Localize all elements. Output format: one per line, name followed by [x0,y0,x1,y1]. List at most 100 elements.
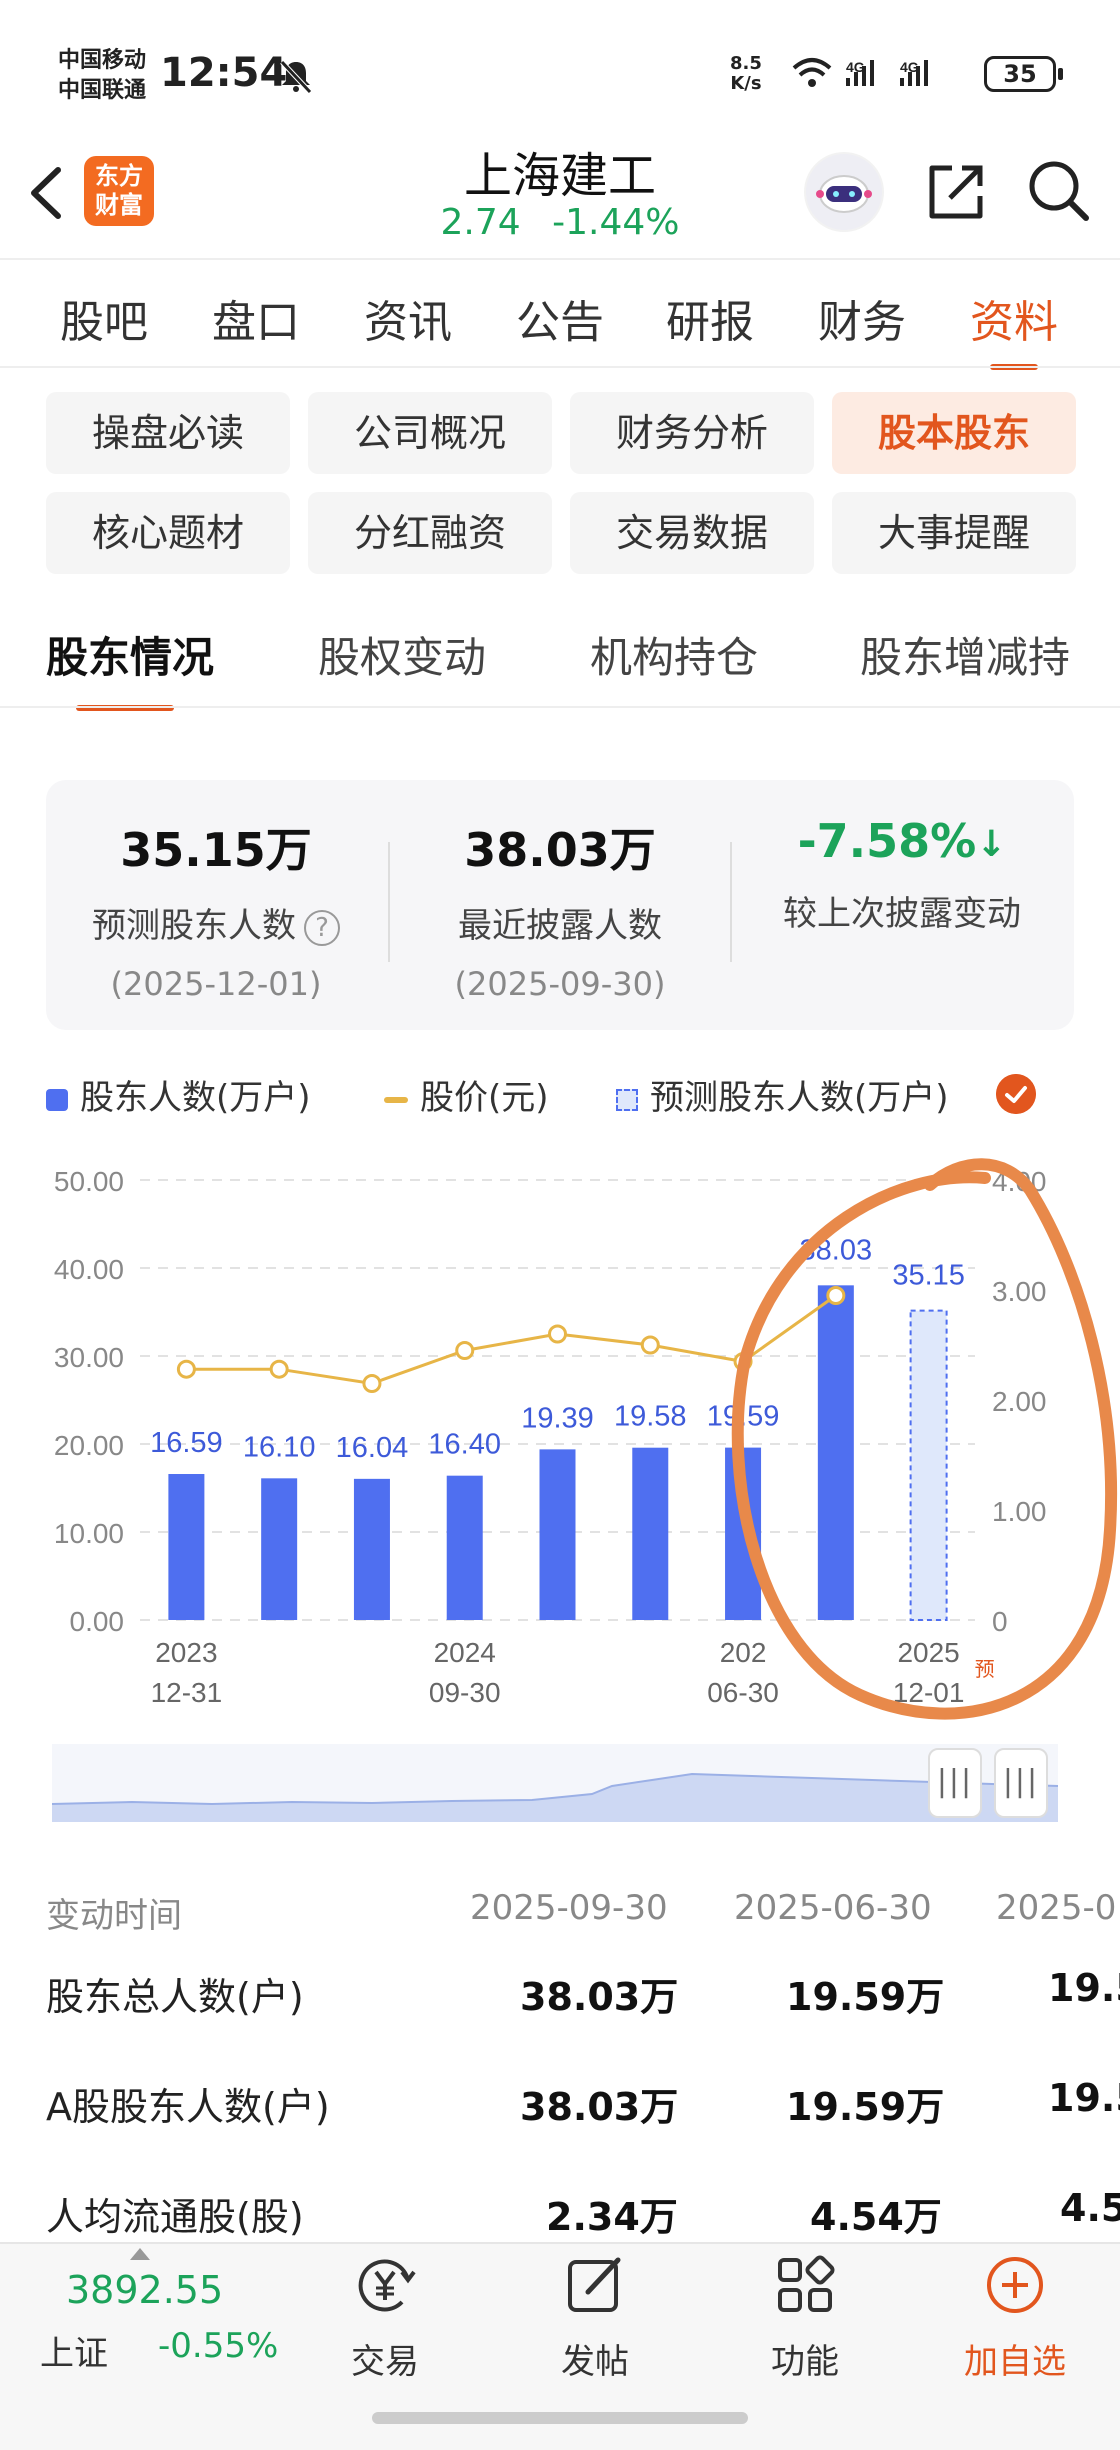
x-axis-tick: 2023 [155,1637,217,1668]
x-axis-tick: 202 [720,1637,767,1668]
subnav-dividends[interactable]: 分红融资 [308,492,552,574]
x-axis-tick: 2024 [434,1637,496,1668]
back-arrow-icon[interactable] [22,158,72,228]
legend-forecast-swatch [616,1088,638,1111]
nav-functions[interactable]: 功能 [730,2250,880,2383]
summary-latest-label: 最近披露人数 [458,906,662,946]
navigator-handle-left[interactable]: ||| [928,1748,982,1818]
data-label: 19.58 [614,1401,687,1433]
subnav-events[interactable]: 大事提醒 [832,492,1076,574]
tab-finance[interactable]: 财务 [818,286,906,350]
nav-add-watchlist[interactable]: 加自选 [940,2250,1090,2383]
table-cell: 4.54万 [810,2195,942,2239]
caret-up-icon [130,2248,150,2260]
summary-change-value: -7.58% [797,814,977,868]
tab-pankou[interactable]: 盘口 [212,286,300,350]
table-header-label: 变动时间 [46,1896,182,1936]
signal-icons: 4G 4G [792,58,928,87]
tab-shareholder-changes[interactable]: 股东增减持 [860,624,1070,685]
y-axis-left-tick: 30.00 [54,1342,124,1373]
table-row-label: A股股东人数(户) [46,2085,330,2129]
price-point [640,1335,660,1355]
help-icon[interactable]: ? [304,909,340,946]
tab-profile[interactable]: 资料 [970,286,1058,370]
tab-guba[interactable]: 股吧 [60,286,148,350]
price-point [269,1359,289,1379]
add-circle-icon [987,2257,1043,2313]
nav-post-label: 发帖 [561,2342,629,2382]
edit-icon [568,2257,621,2312]
table-column-header: 2025-09-30 [470,1888,668,1928]
search-icon[interactable] [1024,156,1094,226]
chart-range-navigator[interactable] [52,1744,1058,1822]
net-speed-unit: K/s [730,73,762,94]
subnav-shareholders[interactable]: 股本股东 [832,392,1076,474]
table-column-header: 2025-0 [996,1888,1117,1928]
x-axis-tick: 2025 [897,1637,959,1668]
share-icon[interactable] [922,158,990,226]
carrier-1: 中国移动 [58,48,147,73]
nav-add-watchlist-label: 加自选 [964,2342,1066,2382]
tab-research[interactable]: 研报 [666,286,754,350]
bar [817,1285,854,1620]
data-label: 16.59 [150,1427,223,1459]
subnav-core-themes[interactable]: 核心题材 [46,492,290,574]
y-axis-left-tick: 10.00 [54,1518,124,1549]
price-point [176,1359,196,1379]
tab-equity-change[interactable]: 股权变动 [318,624,486,685]
table-cell: 38.03万 [520,2085,679,2129]
legend-price[interactable]: 股价(元) [384,1070,549,1119]
logo-text-2: 财富 [95,191,143,219]
robot-assistant-icon[interactable] [804,152,884,232]
legend-forecast-label: 预测股东人数(万户) [650,1078,949,1118]
nav-trade[interactable]: 交易 [310,2250,460,2383]
price-point [362,1374,382,1393]
x-axis-tick: 12-31 [151,1677,223,1708]
logo-text-1: 东方 [95,162,143,190]
tab-institutional-holdings[interactable]: 机构持仓 [590,624,758,685]
stock-name: 上海建工 [463,148,656,204]
subnav-financial-analysis[interactable]: 财务分析 [570,392,814,474]
summary-forecast-value: 35.15万 [120,823,312,877]
y-axis-left-tick: 0.00 [70,1606,125,1637]
subnav-company-overview[interactable]: 公司概况 [308,392,552,474]
summary-forecast-date: (2025-12-01) [110,965,322,1003]
carrier-names: 中国移动 中国联通 [58,46,146,106]
app-logo[interactable]: 东方 财富 [84,156,154,226]
summary-forecast-label-row: 预测股东人数? [46,898,386,947]
tab-shareholder-status[interactable]: 股东情况 [46,624,214,711]
tab-news[interactable]: 资讯 [364,286,452,350]
table-cell: 38.03万 [520,1975,679,2019]
carrier-2: 中国联通 [58,78,147,103]
legend-line-swatch [384,1096,408,1103]
summary-latest: 38.03万 最近披露人数 (2025-09-30) [390,780,730,1003]
table-row-label: 人均流通股(股) [46,2195,304,2239]
legend-holders[interactable]: 股东人数(万户) [46,1070,311,1119]
sec-tabs-divider [0,706,1120,708]
summary-change: -7.58%↓ 较上次披露变动 [732,780,1072,935]
index-value: 3892.55 [66,2268,224,2312]
y-axis-left-tick: 20.00 [54,1430,124,1461]
summary-change-row: -7.58%↓ [732,814,1072,868]
subnav-trading-guide[interactable]: 操盘必读 [46,392,290,474]
bar [261,1478,298,1620]
legend-bar-swatch [46,1088,68,1111]
bar [632,1447,669,1620]
index-change: -0.55% [158,2326,279,2366]
checkmark-icon[interactable] [996,1074,1036,1114]
nav-post[interactable]: 发帖 [520,2250,670,2383]
y-axis-right-tick: 1.00 [992,1496,1047,1527]
stock-quote: 2.74 -1.44% [360,202,760,243]
price-point [455,1341,475,1360]
navigator-handle-right[interactable]: ||| [994,1748,1048,1818]
subnav-trading-data[interactable]: 交易数据 [570,492,814,574]
legend-forecast[interactable]: 预测股东人数(万户) [616,1070,949,1119]
y-axis-left-tick: 40.00 [54,1254,124,1285]
table-column-header: 2025-06-30 [734,1888,932,1928]
home-indicator[interactable] [372,2412,748,2424]
tab-announcements[interactable]: 公告 [516,286,604,350]
nav-trade-label: 交易 [351,2342,419,2382]
grid-apps-icon [778,2255,835,2312]
stock-price: 2.74 [440,202,521,243]
summary-latest-value: 38.03万 [464,823,656,877]
